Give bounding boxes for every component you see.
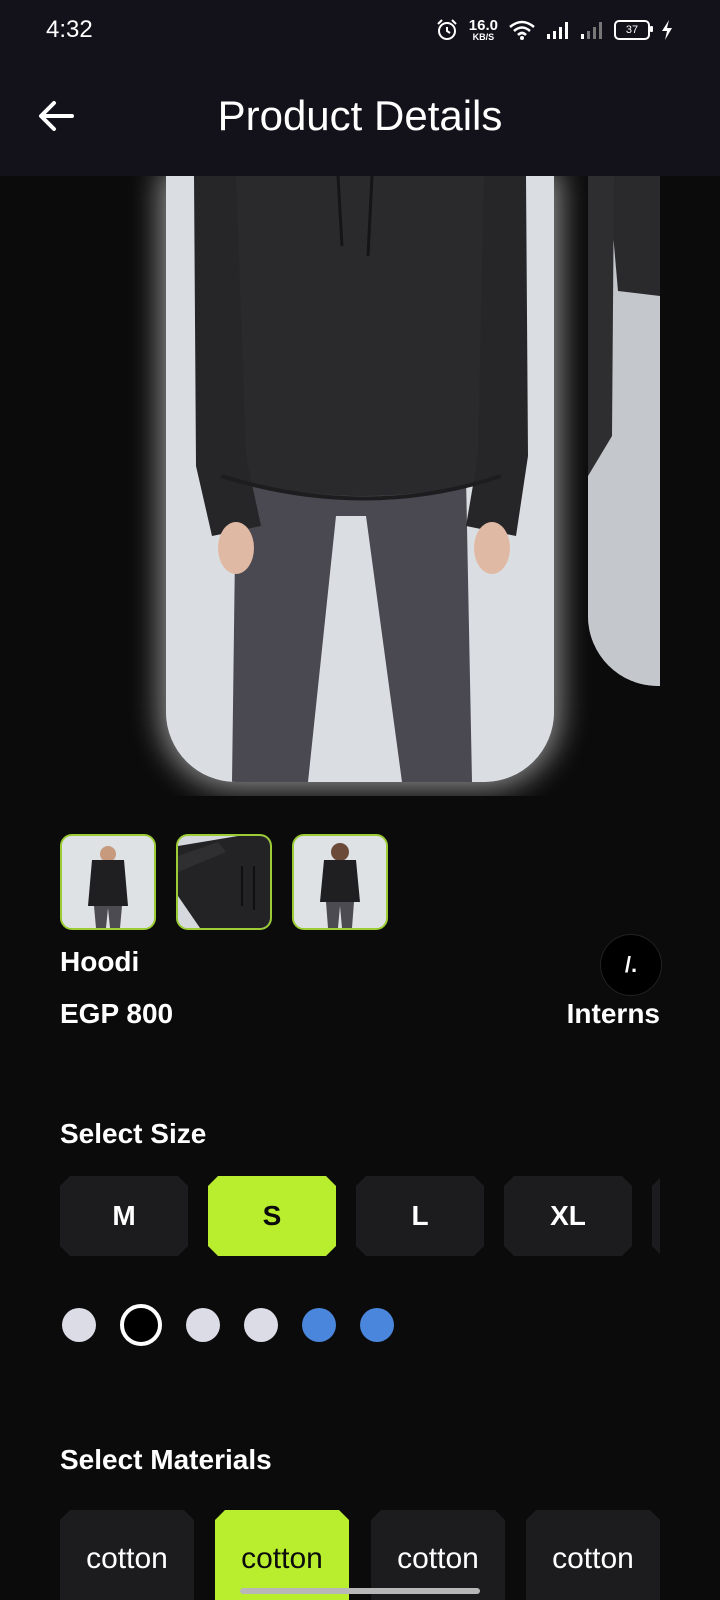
size-option-label: XL bbox=[550, 1200, 586, 1231]
charging-icon bbox=[662, 20, 672, 40]
color-swatch-3[interactable] bbox=[186, 1308, 220, 1342]
status-bar: 4:32 16.0 KB/S 37 bbox=[0, 0, 720, 64]
product-photo bbox=[166, 176, 554, 782]
color-swatch-5[interactable] bbox=[302, 1308, 336, 1342]
app-bar: Product Details bbox=[0, 64, 720, 176]
color-selector bbox=[62, 1304, 394, 1346]
size-selector: M S L XL bbox=[60, 1176, 660, 1256]
size-option-s[interactable]: S bbox=[208, 1176, 336, 1256]
thumbnail-photo bbox=[178, 836, 270, 928]
select-materials-title: Select Materials bbox=[60, 1444, 272, 1475]
thumbnail-3[interactable] bbox=[292, 834, 388, 930]
color-swatch-4[interactable] bbox=[244, 1308, 278, 1342]
battery-icon: 37 bbox=[614, 20, 653, 40]
material-selector: cotton cotton cotton cotton bbox=[60, 1510, 660, 1600]
thumbnail-strip bbox=[60, 834, 388, 930]
page-title: Product Details bbox=[217, 92, 503, 139]
network-speed-unit: KB/S bbox=[472, 32, 495, 42]
product-photo-next bbox=[588, 176, 660, 686]
network-speed-value: 16.0 bbox=[468, 17, 498, 34]
product-image-next[interactable] bbox=[588, 176, 660, 686]
size-option-label: M bbox=[112, 1200, 136, 1231]
brand-logo-text: /. bbox=[624, 952, 638, 977]
material-option-3[interactable]: cotton bbox=[371, 1510, 505, 1600]
wifi-icon bbox=[509, 20, 535, 40]
material-option-label: cotton bbox=[552, 1542, 634, 1575]
network-speed: 16.0 KB/S bbox=[469, 18, 498, 42]
size-option-l[interactable]: L bbox=[356, 1176, 484, 1256]
color-swatch-1[interactable] bbox=[62, 1308, 96, 1342]
material-option-label: cotton bbox=[241, 1542, 323, 1575]
size-option-m[interactable]: M bbox=[60, 1176, 188, 1256]
thumbnail-2[interactable] bbox=[176, 834, 272, 930]
material-option-1[interactable]: cotton bbox=[60, 1510, 194, 1600]
size-option-xl[interactable]: XL bbox=[504, 1176, 632, 1256]
material-option-2[interactable]: cotton bbox=[215, 1510, 349, 1600]
size-option-label: L bbox=[411, 1200, 429, 1231]
alarm-icon bbox=[437, 19, 457, 40]
thumbnail-photo bbox=[62, 836, 154, 928]
material-option-label: cotton bbox=[397, 1542, 479, 1575]
product-image-carousel[interactable] bbox=[0, 176, 720, 796]
size-option-label: S bbox=[262, 1200, 282, 1231]
home-indicator[interactable] bbox=[240, 1588, 480, 1594]
product-image-main[interactable] bbox=[166, 176, 554, 782]
signal-icon bbox=[581, 22, 602, 39]
thumbnail-photo bbox=[294, 836, 386, 928]
product-price: EGP 800 bbox=[60, 998, 174, 1029]
thumbnail-1[interactable] bbox=[60, 834, 156, 930]
signal-icon bbox=[547, 22, 568, 39]
select-size-title: Select Size bbox=[60, 1118, 207, 1149]
status-icons: 16.0 KB/S 37 bbox=[435, 18, 674, 42]
color-swatch-2[interactable] bbox=[120, 1304, 162, 1346]
material-option-4[interactable]: cotton bbox=[526, 1510, 660, 1600]
brand-name[interactable]: Interns bbox=[567, 998, 660, 1030]
product-name: Hoodi bbox=[60, 946, 140, 977]
battery-level: 37 bbox=[625, 24, 639, 36]
color-swatch-6[interactable] bbox=[360, 1308, 394, 1342]
status-time: 4:32 bbox=[46, 16, 93, 43]
size-option-more[interactable] bbox=[652, 1176, 660, 1256]
brand-logo[interactable]: /. bbox=[600, 934, 662, 996]
material-option-label: cotton bbox=[86, 1542, 168, 1575]
